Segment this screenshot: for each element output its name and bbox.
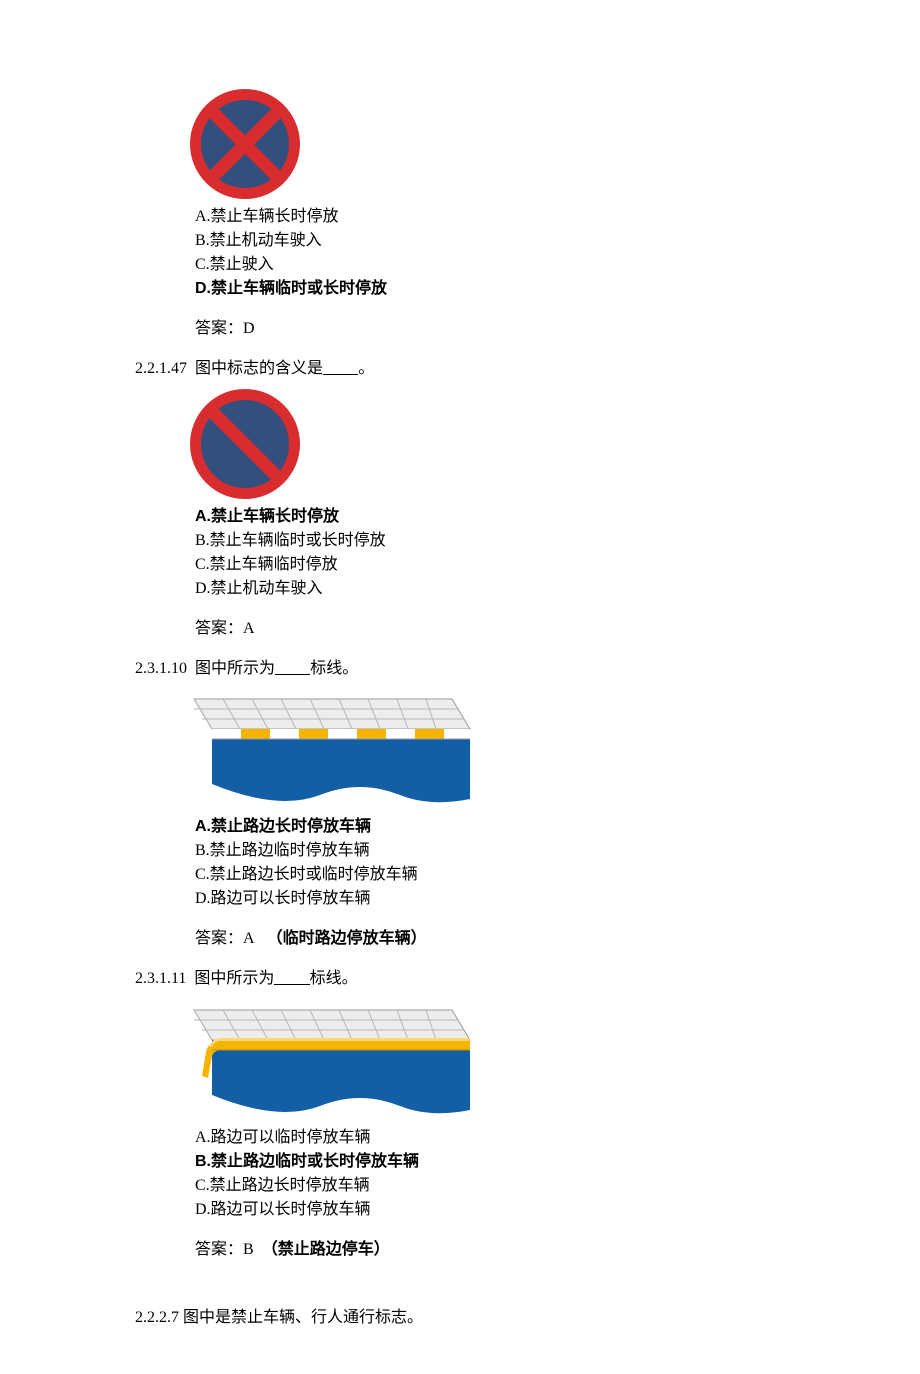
q3-num-prefix: 2.3.1.10 <box>135 660 187 677</box>
q1-answer: 答案：D <box>135 317 785 341</box>
curb-dashed-marking-icon <box>190 689 475 809</box>
q1-option-d: D.禁止车辆临时或长时停放 <box>195 277 785 301</box>
q4-option-b: B.禁止路边临时或长时停放车辆 <box>195 1150 785 1174</box>
q1-option-a: A.禁止车辆长时停放 <box>195 205 785 229</box>
sign-bar-1 <box>201 400 289 488</box>
sign-inner <box>201 400 289 488</box>
q4-num-text1: 图中所示为 <box>194 971 274 988</box>
q1-sign <box>135 85 785 205</box>
q4-option-c: C.禁止路边长时停放车辆 <box>195 1174 785 1198</box>
curb-solid-marking-icon <box>190 1000 475 1120</box>
q2-answer: 答案：A <box>135 617 785 641</box>
q3-option-d: D.路边可以长时停放车辆 <box>195 887 785 911</box>
blank-underline <box>275 659 310 675</box>
q3-number: 2.3.1.10 图中所示为 标线。 <box>135 657 785 681</box>
q1-option-b: B.禁止机动车驶入 <box>195 229 785 253</box>
q2-num-end: 。 <box>358 360 374 377</box>
q2-options: A.禁止车辆长时停放 B.禁止车辆临时或长时停放 C.禁止车辆临时停放 D.禁止… <box>135 505 785 601</box>
q2-number: 2.2.1.47 图中标志的含义是 。 <box>135 357 785 381</box>
q3-num-text1: 图中所示为 <box>195 660 275 677</box>
blank-underline <box>274 969 309 985</box>
q3-image <box>135 685 785 815</box>
q2-num-text1: 图中标志的含义是 <box>195 360 323 377</box>
q1-options: A.禁止车辆长时停放 B.禁止机动车驶入 C.禁止驶入 D.禁止车辆临时或长时停… <box>135 205 785 301</box>
q3-option-a: A.禁止路边长时停放车辆 <box>195 815 785 839</box>
blank-underline <box>323 359 358 375</box>
q3-answer-note: （临时路边停放车辆） <box>267 930 427 947</box>
q4-option-a: A.路边可以临时停放车辆 <box>195 1126 785 1150</box>
q3-options: A.禁止路边长时停放车辆 B.禁止路边临时停放车辆 C.禁止路边长时或临时停放车… <box>135 815 785 911</box>
q2-sign <box>135 385 785 505</box>
q2-num-prefix: 2.2.1.47 <box>135 360 187 377</box>
q4-answer: 答案：B （禁止路边停车） <box>135 1238 785 1262</box>
q4-num-text2: 标线。 <box>310 971 358 988</box>
q4-answer-note: （禁止路边停车） <box>262 1241 390 1258</box>
sign-inner <box>201 100 289 188</box>
q2-option-c: C.禁止车辆临时停放 <box>195 553 785 577</box>
q4-option-d: D.路边可以长时停放车辆 <box>195 1198 785 1222</box>
q4-options: A.路边可以临时停放车辆 B.禁止路边临时或长时停放车辆 C.禁止路边长时停放车… <box>135 1126 785 1222</box>
q5-line: 2.2.2.7 图中是禁止车辆、行人通行标志。 <box>135 1306 785 1330</box>
q3-answer-prefix: 答案：A <box>195 930 255 947</box>
q4-num-prefix: 2.3.1.11 <box>135 971 186 988</box>
q3-option-c: C.禁止路边长时或临时停放车辆 <box>195 863 785 887</box>
q3-answer: 答案：A （临时路边停放车辆） <box>135 927 785 951</box>
q2-option-d: D.禁止机动车驶入 <box>195 577 785 601</box>
q4-number: 2.3.1.11 图中所示为 标线。 <box>135 967 785 991</box>
no-stopping-sign-icon <box>190 89 300 199</box>
q4-answer-prefix: 答案：B <box>195 1241 254 1258</box>
no-long-parking-sign-icon <box>190 389 300 499</box>
q3-option-b: B.禁止路边临时停放车辆 <box>195 839 785 863</box>
q2-option-b: B.禁止车辆临时或长时停放 <box>195 529 785 553</box>
q1-option-c: C.禁止驶入 <box>195 253 785 277</box>
q3-num-text2: 标线。 <box>310 660 358 677</box>
document-page: A.禁止车辆长时停放 B.禁止机动车驶入 C.禁止驶入 D.禁止车辆临时或长时停… <box>0 0 920 1374</box>
q2-option-a: A.禁止车辆长时停放 <box>195 505 785 529</box>
q4-image <box>135 996 785 1126</box>
